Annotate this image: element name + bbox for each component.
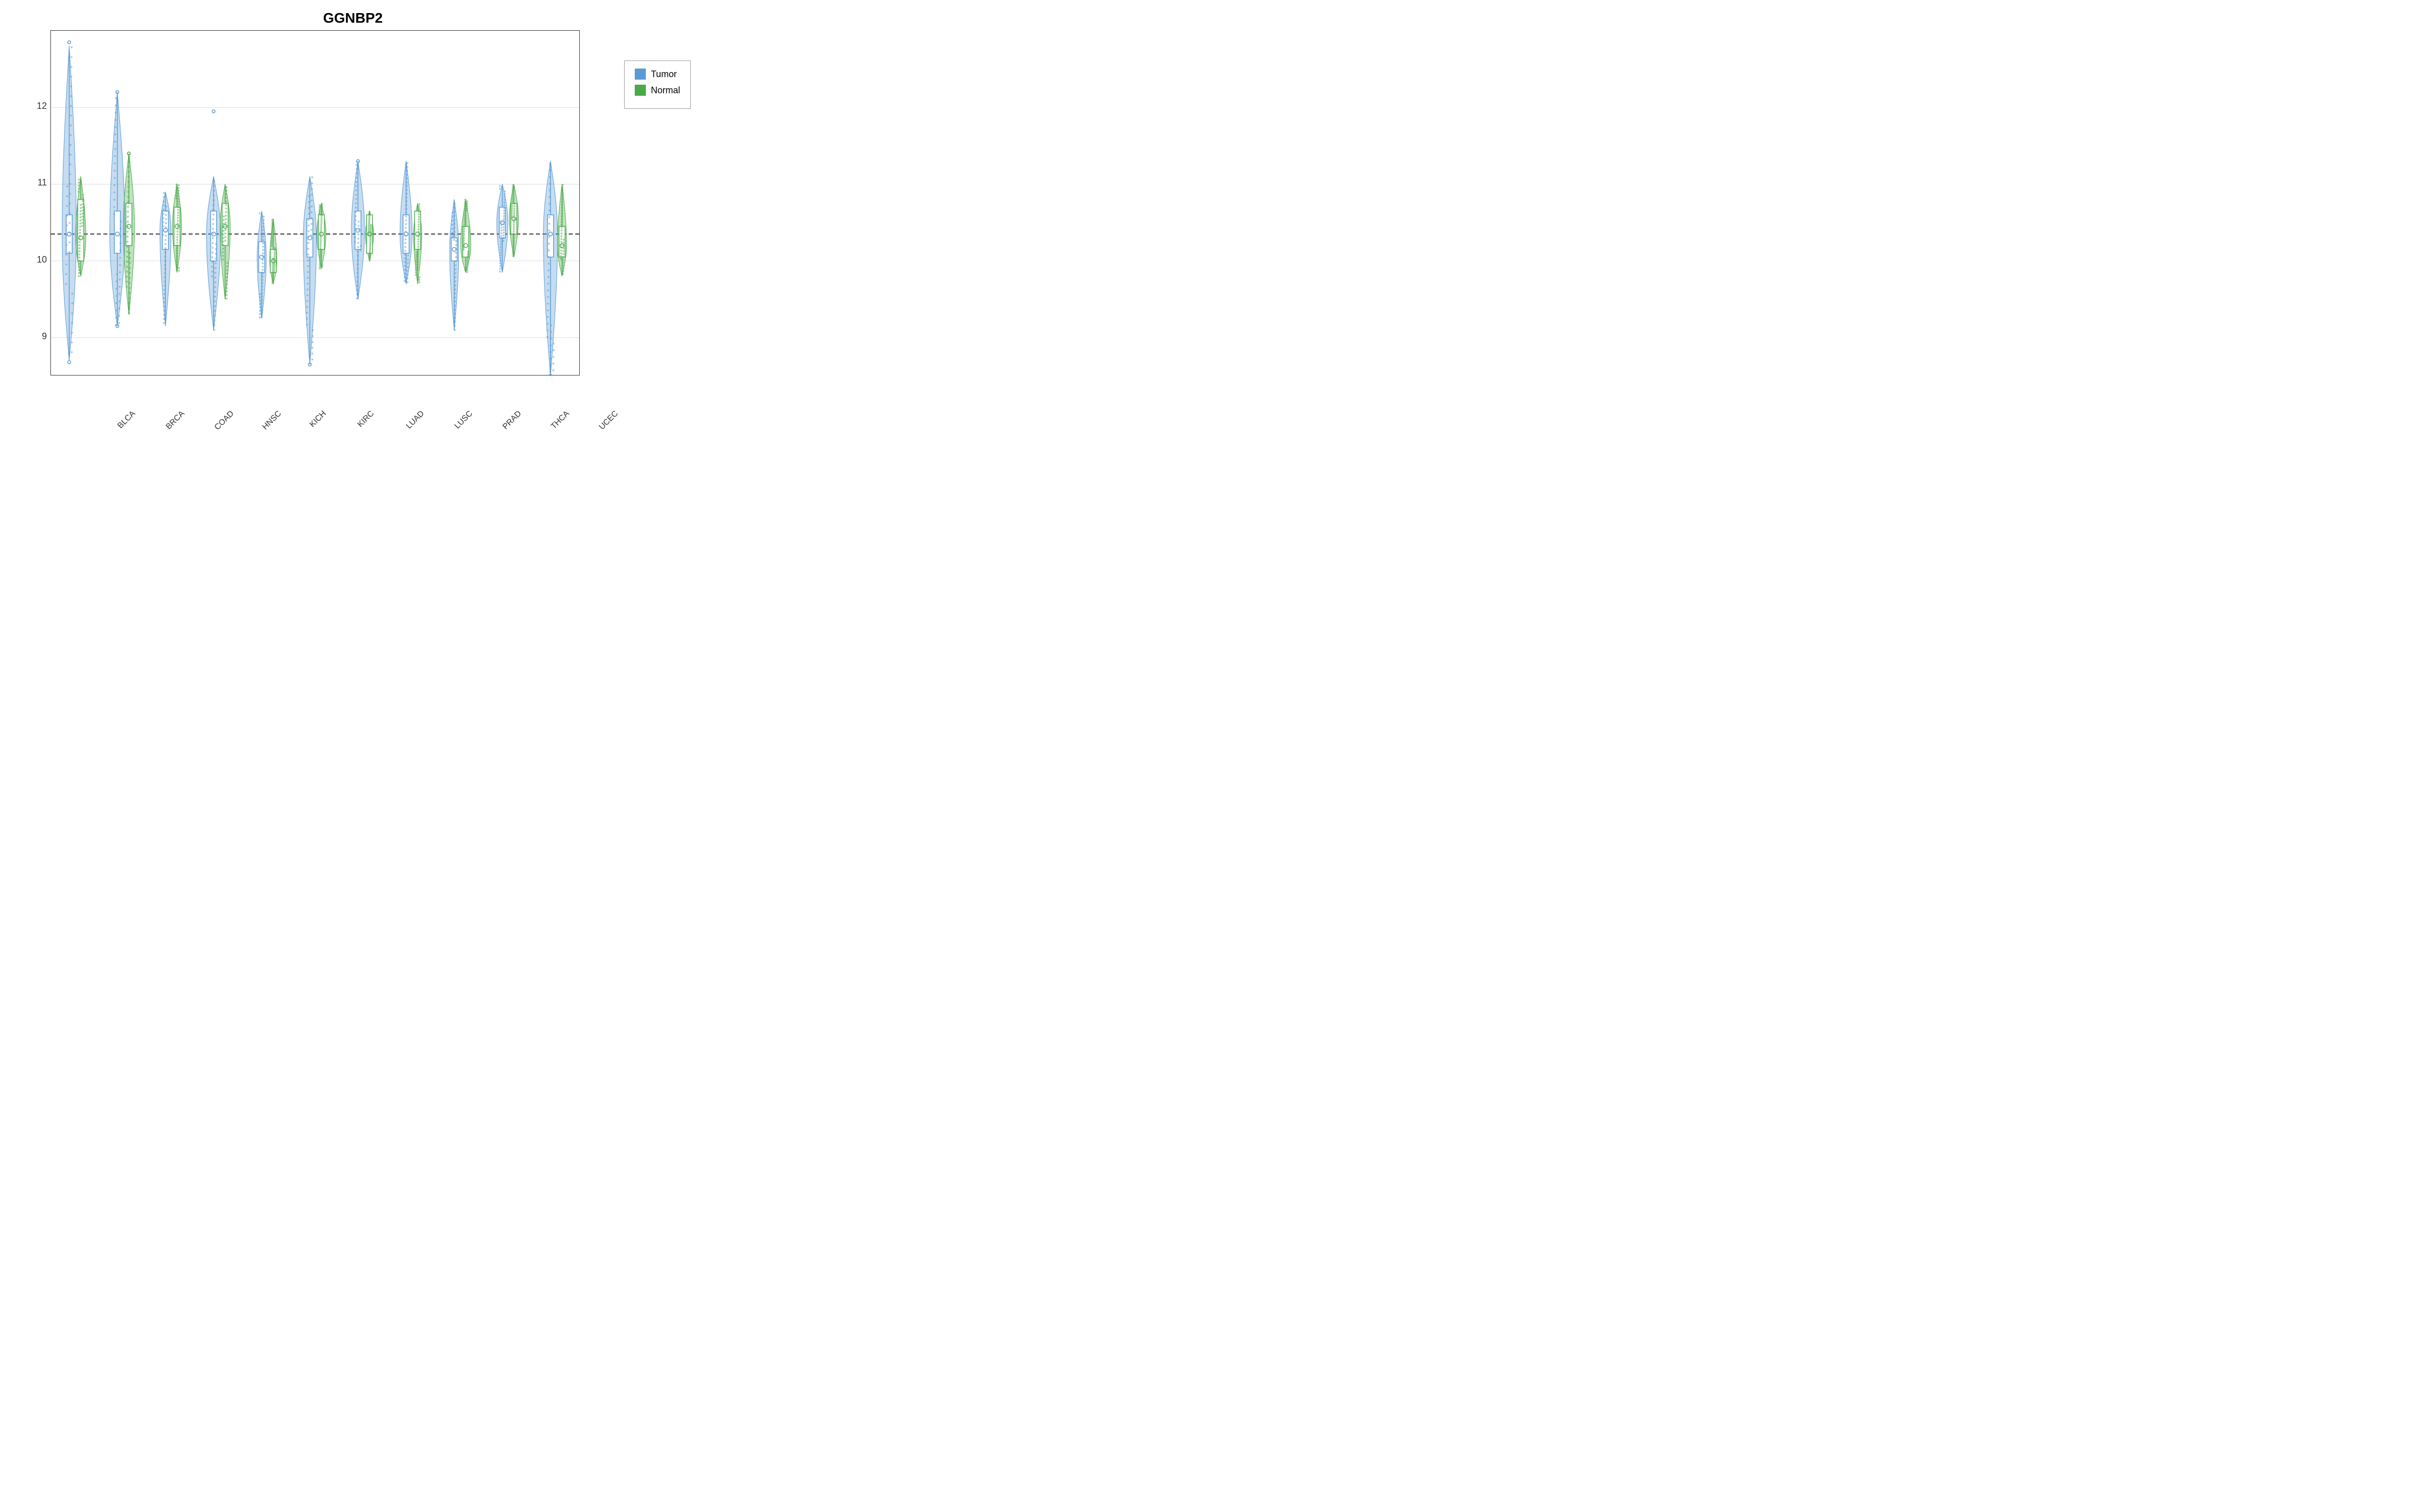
y-tick-label: 12 <box>23 101 47 111</box>
x-tick-label: KICH <box>308 409 328 429</box>
x-tick-label: COAD <box>213 409 235 432</box>
y-tick-label: 9 <box>23 331 47 342</box>
legend: Tumor Normal <box>624 60 691 109</box>
chart-title: GGNBP2 <box>0 0 706 31</box>
x-tick-label: BLCA <box>116 409 137 430</box>
x-tick-label: PRAD <box>501 409 523 431</box>
y-tick-label: 10 <box>23 255 47 265</box>
x-tick-label: KIRC <box>356 409 376 429</box>
legend-tumor: Tumor <box>635 69 680 80</box>
normal-color-box <box>635 85 646 96</box>
x-tick-label: LUAD <box>405 409 427 431</box>
tumor-label: Tumor <box>651 69 677 80</box>
legend-normal: Normal <box>635 85 680 96</box>
normal-label: Normal <box>651 85 680 96</box>
x-tick-label: BRCA <box>164 409 187 431</box>
y-tick-label: 11 <box>23 177 47 188</box>
x-tick-label: THCA <box>550 409 572 431</box>
chart-container: GGNBP2 mRNA Expression (RNASeq V2, log2)… <box>0 0 706 441</box>
x-tick-label: HNSC <box>261 409 283 432</box>
tumor-color-box <box>635 69 646 80</box>
x-tick-label: LUSC <box>453 409 474 431</box>
x-tick-label: UCEC <box>598 409 621 432</box>
y-tick-labels: 9101112 <box>50 30 580 375</box>
